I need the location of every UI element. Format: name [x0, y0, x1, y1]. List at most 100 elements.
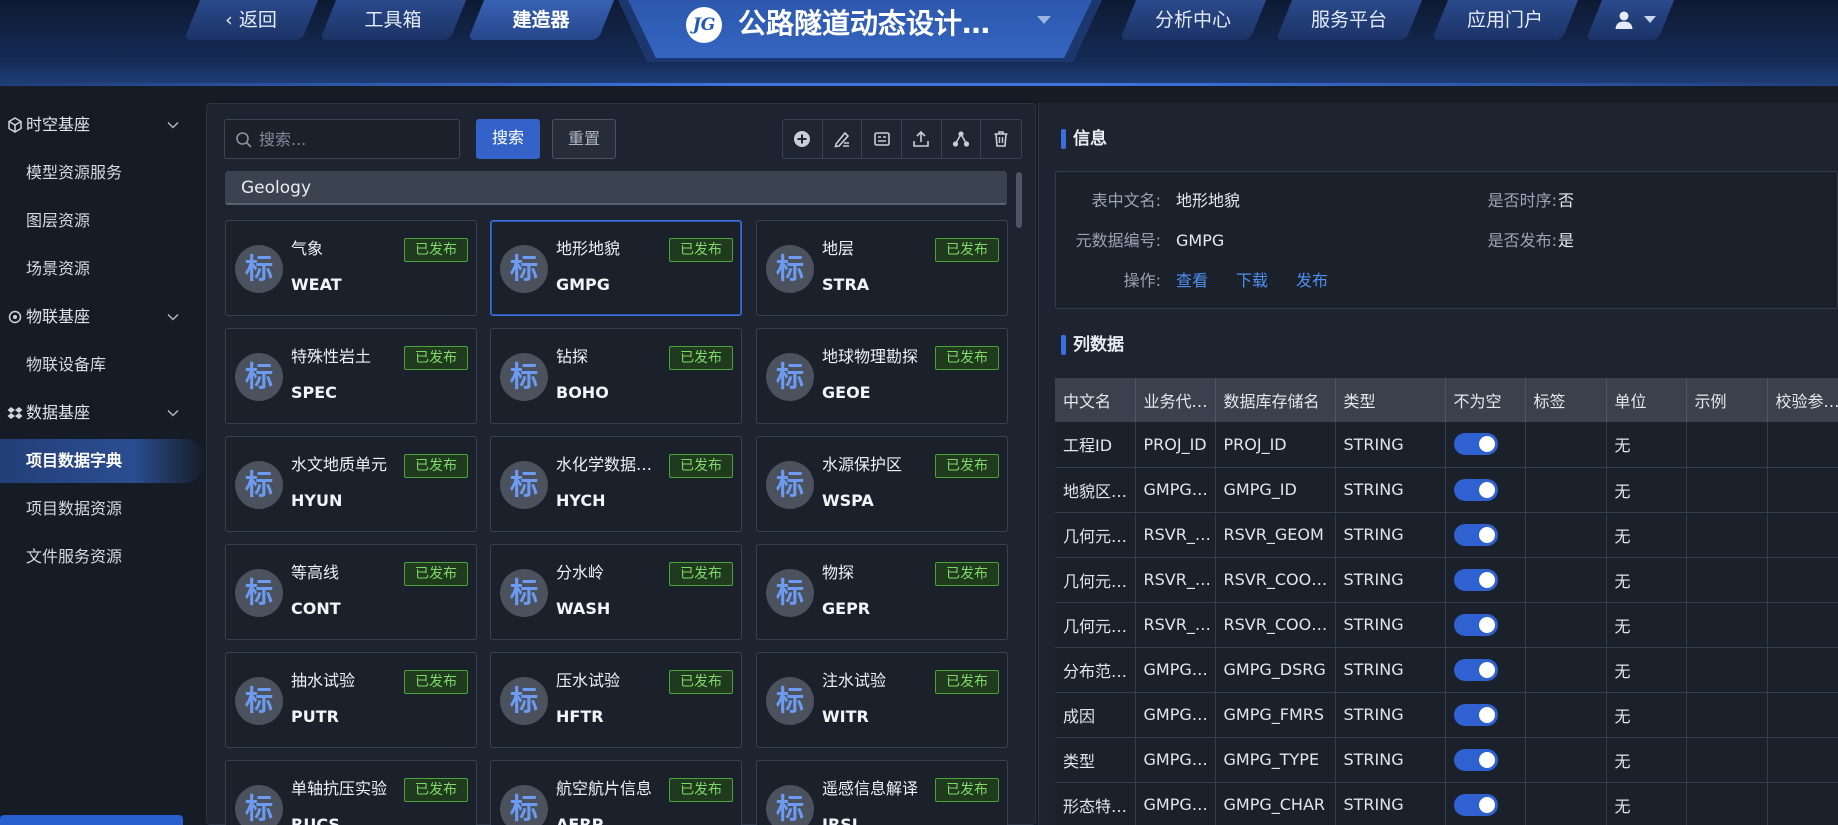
sidebar-item-layer-resource[interactable]: 图层资源: [0, 199, 200, 243]
download-link[interactable]: 下载: [1236, 270, 1268, 292]
edit-icon: [834, 131, 850, 148]
nav-tab-portal[interactable]: 应用门户: [1431, 0, 1579, 40]
back-button[interactable]: ‹ 返回: [183, 0, 319, 40]
sidebar-item-project-dictionary[interactable]: 项目数据字典: [0, 439, 206, 483]
not-null-toggle[interactable]: [1453, 658, 1498, 681]
form-icon: [873, 132, 890, 146]
form-button[interactable]: [862, 120, 903, 158]
table-row[interactable]: 成因 GMPG… GMPG_FMRS STRING 无: [1055, 692, 1838, 738]
delete-button[interactable]: [981, 120, 1021, 158]
table-row[interactable]: 形态特… GMPG… GMPG_CHAR STRING 无: [1055, 782, 1838, 825]
table-row[interactable]: 类型 GMPG… GMPG_TYPE STRING 无: [1055, 737, 1838, 783]
dictionary-card[interactable]: 标航空航片信息 AERP 已发布: [490, 760, 742, 825]
cell-type: STRING: [1335, 647, 1446, 693]
table-row[interactable]: 工程ID PROJ_ID PROJ_ID STRING 无: [1055, 422, 1838, 468]
cell-type: STRING: [1335, 422, 1446, 468]
sidebar-group-spatiotemporal[interactable]: 时空基座: [0, 105, 200, 145]
not-null-toggle[interactable]: [1453, 523, 1498, 546]
upload-button[interactable]: [902, 120, 942, 158]
user-chevron-down-icon[interactable]: [1644, 16, 1656, 23]
cell-cn: 几何元…: [1055, 557, 1136, 603]
user-icon[interactable]: [1614, 10, 1634, 30]
dictionary-card[interactable]: 标遥感信息解译 IRSI 已发布: [756, 760, 1008, 825]
search-box[interactable]: [224, 119, 460, 159]
column-header[interactable]: 中文名: [1055, 378, 1136, 422]
not-null-toggle[interactable]: [1453, 748, 1498, 771]
table-header-row: 中文名 业务代… 数据库存储名 类型 不为空 标签 单位 示例 校验参…: [1055, 378, 1838, 422]
cell-check: [1767, 602, 1838, 648]
not-null-toggle[interactable]: [1453, 613, 1498, 636]
timeseries-label: 是否时序:: [1487, 191, 1557, 210]
column-header[interactable]: 不为空: [1445, 378, 1526, 422]
dictionary-card[interactable]: 标分水岭 WASH 已发布: [490, 544, 742, 640]
relation-button[interactable]: [942, 120, 982, 158]
dictionary-card[interactable]: 标水文地质单元 HYUN 已发布: [225, 436, 477, 532]
card-code: GMPG: [556, 275, 610, 294]
cell-cn: 类型: [1055, 737, 1136, 783]
cell-check: [1767, 512, 1838, 558]
table-row[interactable]: 分布范… GMPG… GMPG_DSRG STRING 无: [1055, 647, 1838, 693]
cell-example: [1686, 782, 1768, 825]
sidebar-group-label: 时空基座: [26, 115, 91, 134]
not-null-toggle[interactable]: [1453, 568, 1498, 591]
dictionary-card[interactable]: 标钻探 BOHO 已发布: [490, 328, 742, 424]
dictionary-card[interactable]: 标注水试验 WITR 已发布: [756, 652, 1008, 748]
view-link[interactable]: 查看: [1176, 270, 1208, 292]
sidebar-group-iot[interactable]: 物联基座: [0, 297, 200, 337]
card-name: 抽水试验: [291, 671, 356, 690]
search-button[interactable]: 搜索: [476, 119, 540, 159]
status-badge: 已发布: [669, 670, 733, 694]
table-row[interactable]: 地貌区… GMPG… GMPG_ID STRING 无: [1055, 467, 1838, 513]
nav-tab-service[interactable]: 服务平台: [1275, 0, 1423, 40]
column-header[interactable]: 单位: [1606, 378, 1687, 422]
card-code: GEPR: [822, 599, 871, 618]
status-badge: 已发布: [935, 454, 999, 478]
dictionary-card[interactable]: 标物探 GEPR 已发布: [756, 544, 1008, 640]
column-header[interactable]: 数据库存储名: [1215, 378, 1336, 422]
search-input[interactable]: [259, 120, 455, 158]
column-header[interactable]: 业务代…: [1135, 378, 1216, 422]
add-button[interactable]: [783, 120, 823, 158]
chevron-down-icon[interactable]: [1037, 16, 1051, 24]
sidebar-group-data[interactable]: 数据基座: [0, 393, 200, 433]
sidebar-item-file-service[interactable]: 文件服务资源: [0, 535, 200, 579]
dictionary-card[interactable]: 标水源保护区 WSPA 已发布: [756, 436, 1008, 532]
nav-tab-toolbox[interactable]: 工具箱: [319, 0, 467, 40]
column-header[interactable]: 示例: [1686, 378, 1768, 422]
dictionary-card[interactable]: 标压水试验 HFTR 已发布: [490, 652, 742, 748]
sidebar-item-iot-device[interactable]: 物联设备库: [0, 343, 200, 387]
dictionary-card[interactable]: 标地球物理勘探 GEOE 已发布: [756, 328, 1008, 424]
table-row[interactable]: 几何元… RSVR_… RSVR_COO… STRING 无: [1055, 602, 1838, 648]
dictionary-card[interactable]: 标单轴抗压实验 RUCS 已发布: [225, 760, 477, 825]
dictionary-card[interactable]: 标水化学数据… HYCH 已发布: [490, 436, 742, 532]
column-header[interactable]: 类型: [1335, 378, 1446, 422]
not-null-toggle[interactable]: [1453, 478, 1498, 501]
sidebar-item-scene-resource[interactable]: 场景资源: [0, 247, 200, 291]
dictionary-card[interactable]: 标抽水试验 PUTR 已发布: [225, 652, 477, 748]
table-row[interactable]: 几何元… RSVR_… RSVR_GEOM STRING 无: [1055, 512, 1838, 558]
dictionary-card[interactable]: 标等高线 CONT 已发布: [225, 544, 477, 640]
edit-button[interactable]: [823, 120, 863, 158]
published-value: 是: [1558, 231, 1575, 250]
column-header[interactable]: 校验参…: [1767, 378, 1838, 422]
cell-db: PROJ_ID: [1215, 422, 1336, 468]
column-header[interactable]: 标签: [1525, 378, 1607, 422]
dictionary-card[interactable]: 标气象 WEAT 已发布: [225, 220, 477, 316]
nav-tab-analysis[interactable]: 分析中心: [1119, 0, 1267, 40]
dictionary-card[interactable]: 标地层 STRA 已发布: [756, 220, 1008, 316]
nav-tab-builder[interactable]: 建造器: [467, 0, 615, 40]
status-badge: 已发布: [404, 454, 468, 478]
reset-button[interactable]: 重置: [552, 119, 616, 159]
dictionary-card[interactable]: 标地形地貌 GMPG 已发布: [490, 220, 742, 316]
dictionary-card[interactable]: 标特殊性岩土 SPEC 已发布: [225, 328, 477, 424]
sidebar-item-project-data[interactable]: 项目数据资源: [0, 487, 200, 531]
not-null-toggle[interactable]: [1453, 433, 1498, 456]
table-row[interactable]: 几何元… RSVR_… RSVR_COO… STRING 无: [1055, 557, 1838, 603]
sidebar-item-model-resource[interactable]: 模型资源服务: [0, 151, 200, 195]
not-null-toggle[interactable]: [1453, 703, 1498, 726]
publish-link[interactable]: 发布: [1296, 270, 1328, 292]
not-null-toggle[interactable]: [1453, 793, 1498, 816]
scrollbar-thumb[interactable]: [1016, 172, 1022, 228]
group-header[interactable]: Geology: [225, 171, 1007, 205]
card-name: 地球物理勘探: [822, 347, 919, 366]
